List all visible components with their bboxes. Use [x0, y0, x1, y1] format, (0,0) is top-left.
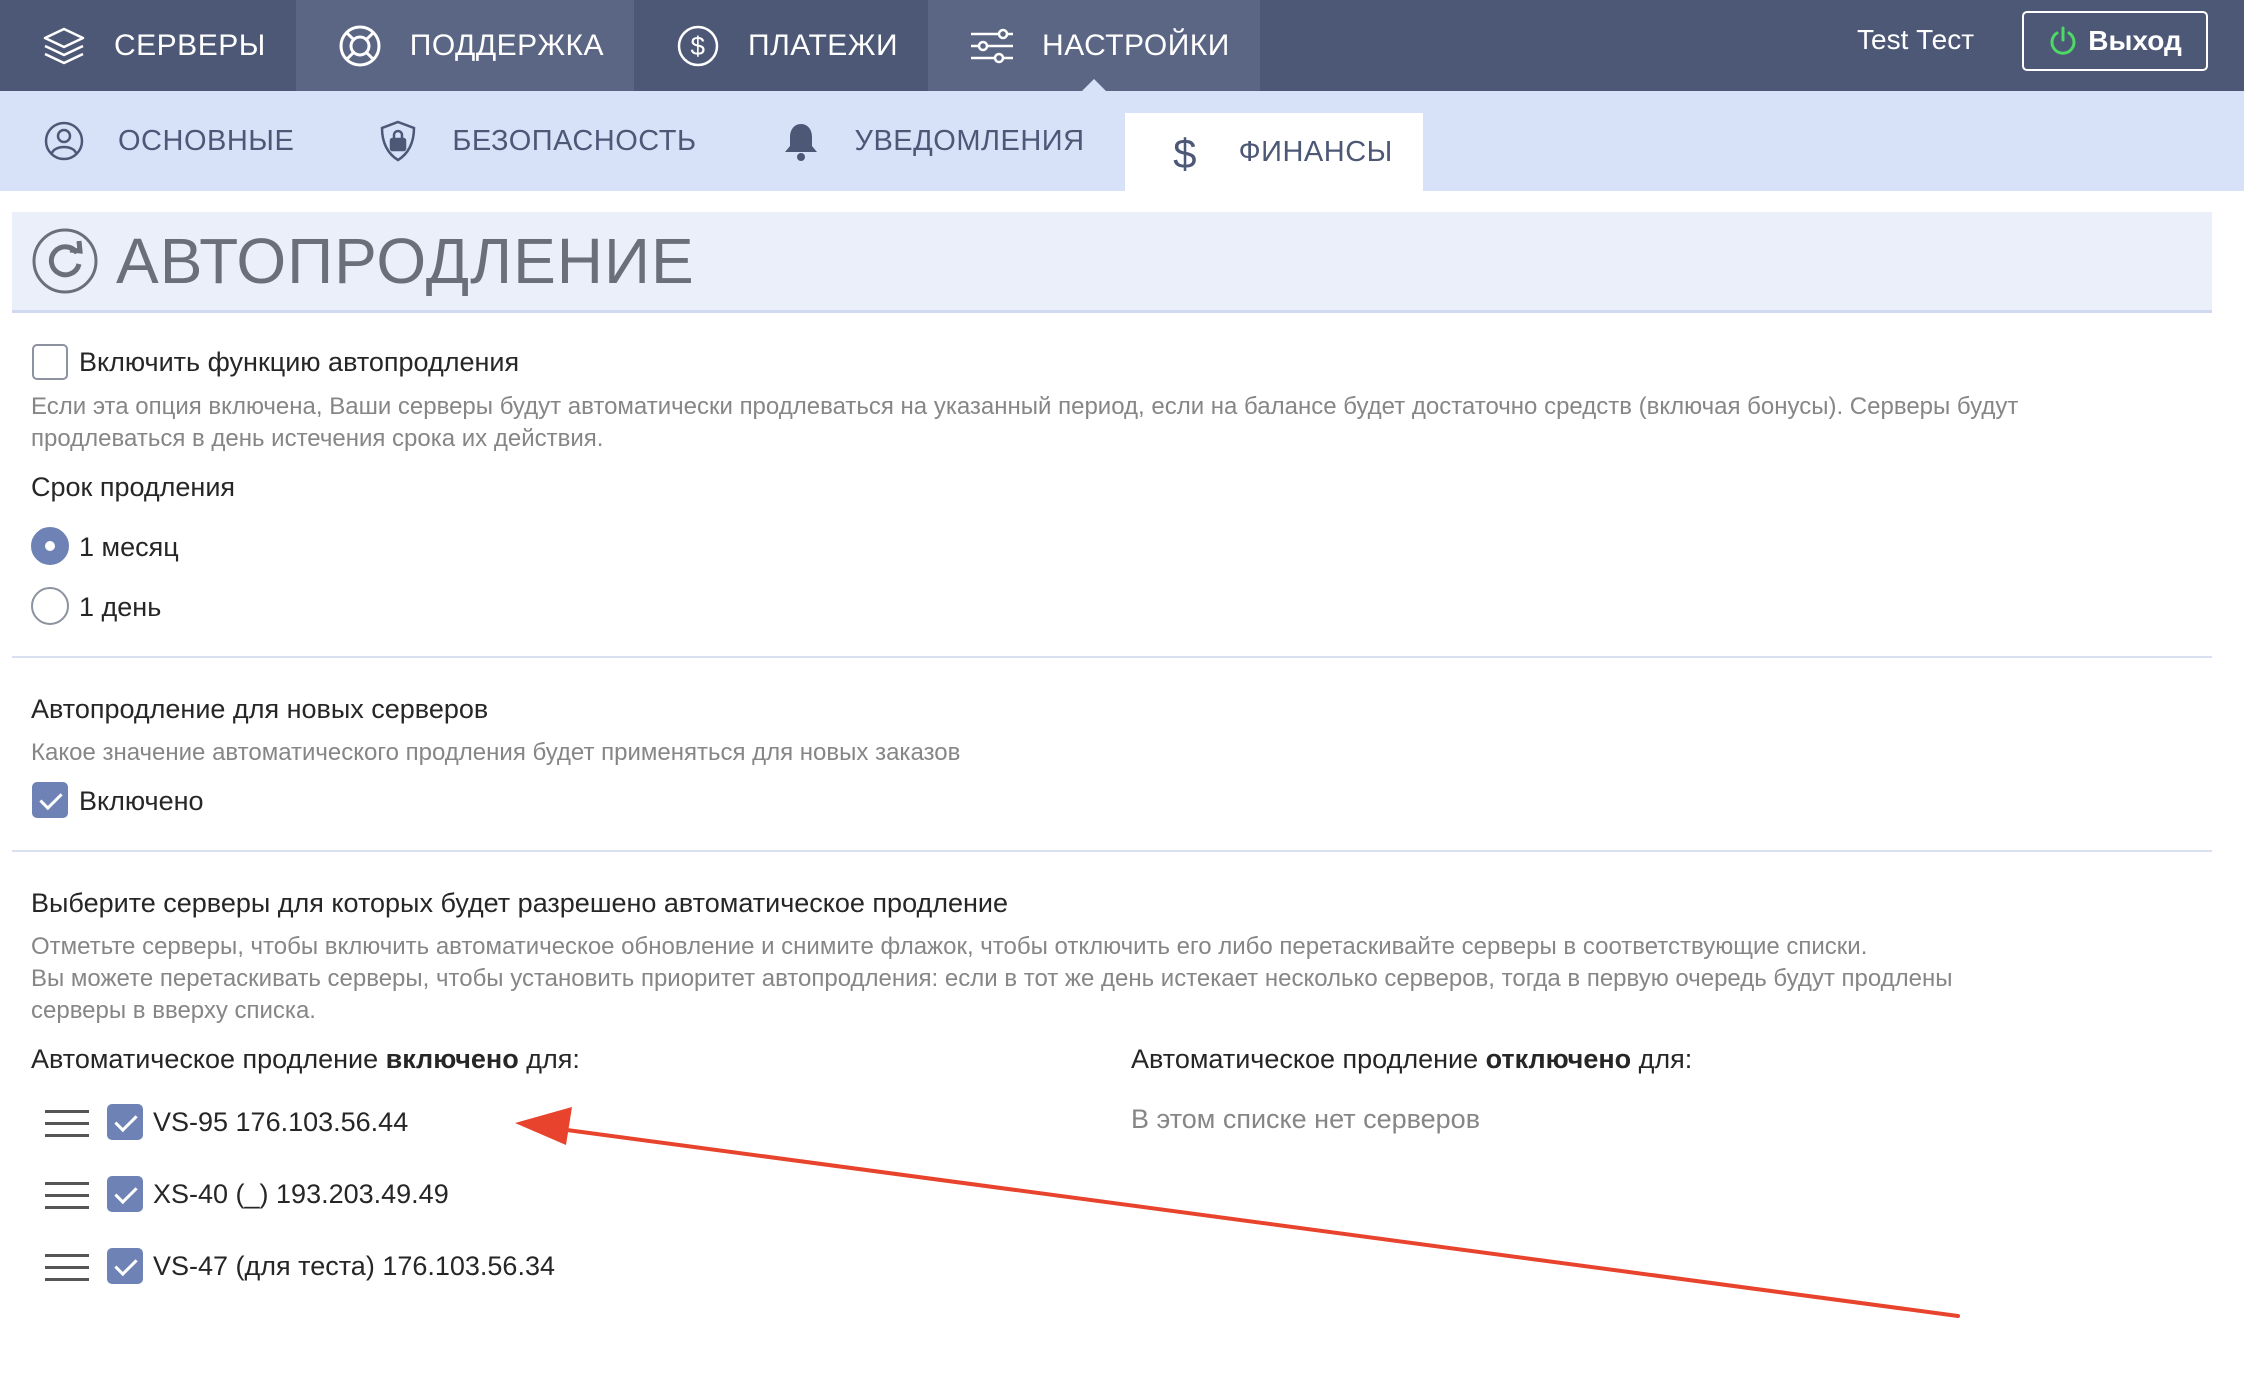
annotation-arrow-icon — [515, 1107, 1960, 1318]
